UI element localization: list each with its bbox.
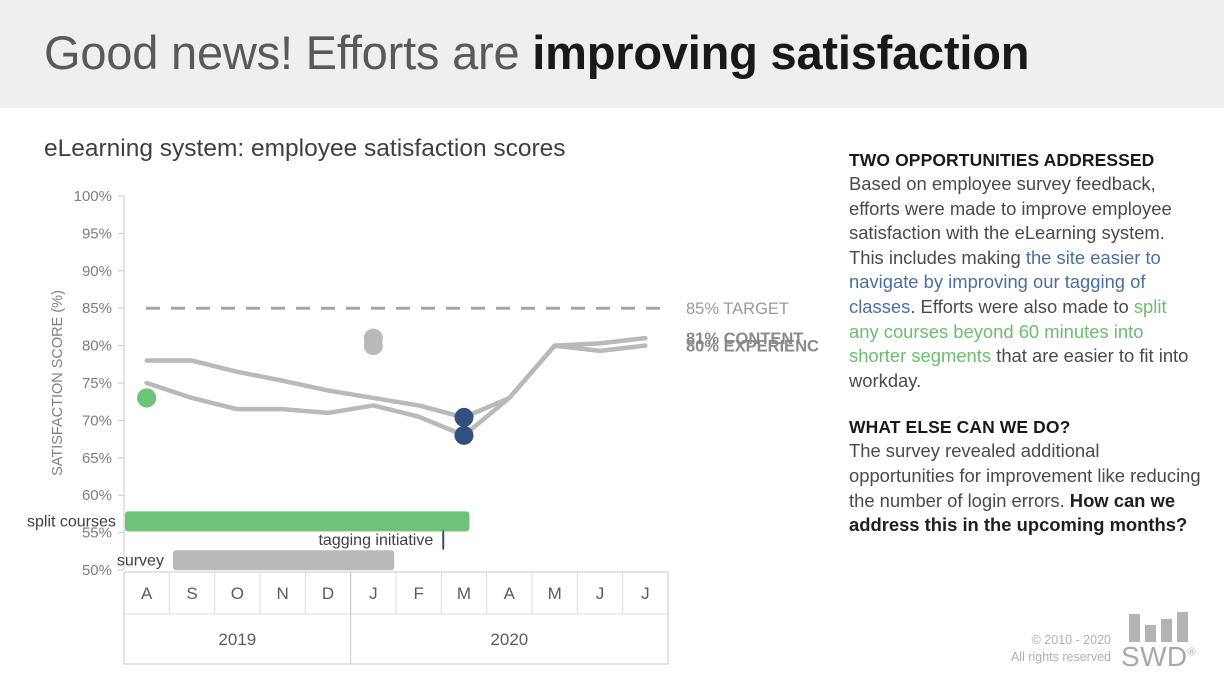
x-axis-month-label: S (186, 584, 197, 603)
x-axis-month-label: N (277, 584, 289, 603)
x-axis-month-label: J (641, 584, 650, 603)
copyright-line-2: All rights reserved (1010, 649, 1111, 664)
timeline-bar (124, 511, 470, 532)
swd-wordmark: SWD® (1121, 641, 1196, 673)
x-axis-month-label: A (141, 584, 153, 603)
timeline-bar (172, 550, 395, 571)
notes-spacer (849, 393, 1201, 417)
title-band: Good news! Efforts are improving satisfa… (0, 0, 1224, 108)
page-title-emphasis: improving satisfaction (532, 26, 1030, 79)
y-axis-tick-label: 100% (74, 188, 112, 205)
series-end-label: 80% EXPERIENCE (686, 338, 820, 356)
x-axis-year-label: 2019 (218, 630, 256, 649)
chart-panel: eLearning system: employee satisfaction … (0, 108, 820, 688)
timeline-bar-label: tagging initiative (318, 532, 433, 549)
notes-paragraph-2: The survey revealed additional opportuni… (849, 439, 1201, 537)
swd-logo: SWD® (1117, 610, 1201, 678)
copyright-line-1: © 2010 - 2020 (1031, 633, 1111, 647)
y-axis-tick-label: 65% (82, 450, 112, 467)
y-axis-tick-label: 85% (82, 300, 112, 317)
series-line-segment (144, 380, 467, 438)
line-chart: SATISFACTION SCORE (%)50%55%60%65%70%75%… (27, 188, 820, 665)
swd-wordmark-text: SWD (1121, 641, 1188, 672)
data-point-marker (363, 336, 383, 356)
page-title-lead: Good news! Efforts are (44, 26, 533, 79)
target-label: 85% TARGET (686, 300, 789, 318)
y-axis-tick-label: 50% (82, 562, 112, 579)
copyright-text: © 2010 - 2020 All rights reserved (1011, 632, 1111, 665)
y-axis-tick-label: 70% (82, 412, 112, 429)
y-axis-tick-label: 75% (82, 375, 112, 392)
x-axis-month-label: M (457, 584, 471, 603)
data-point-marker (454, 407, 474, 427)
y-axis-tick-label: 95% (82, 225, 112, 242)
series-line-segment (461, 343, 648, 438)
page-title: Good news! Efforts are improving satisfa… (44, 22, 1030, 84)
x-axis-month-label: A (504, 584, 516, 603)
timeline-bar-label: split courses (27, 513, 116, 530)
x-axis-month-label: D (322, 584, 334, 603)
notes-p1-part-b: . Efforts were also made to (910, 295, 1134, 317)
x-axis-month-label: M (548, 584, 562, 603)
y-axis-title: SATISFACTION SCORE (%) (50, 290, 66, 476)
data-point-marker (454, 425, 474, 445)
x-axis-month-label: J (369, 584, 378, 603)
footer: © 2010 - 2020 All rights reserved SWD® (849, 610, 1201, 680)
y-axis-tick-label: 90% (82, 263, 112, 280)
y-axis-tick-label: 80% (82, 338, 112, 355)
notes-heading-2: WHAT ELSE CAN WE DO? (849, 417, 1071, 438)
notes-paragraph-1: Based on employee survey feedback, effor… (849, 172, 1201, 393)
x-axis-month-label: O (231, 584, 244, 603)
x-axis-year-label: 2020 (490, 630, 528, 649)
notes-panel: TWO OPPORTUNITIES ADDRESSED Based on emp… (849, 150, 1201, 538)
registered-mark: ® (1187, 646, 1197, 659)
data-point-marker (137, 388, 157, 408)
x-axis-month-label: J (596, 584, 605, 603)
x-axis-month-label: F (413, 584, 423, 603)
timeline-bar (442, 530, 445, 551)
bar-chart-icon (1129, 612, 1189, 642)
y-axis-tick-label: 60% (82, 487, 112, 504)
notes-heading-1: TWO OPPORTUNITIES ADDRESSED (849, 150, 1155, 170)
timeline-bar-label: survey (117, 552, 164, 569)
